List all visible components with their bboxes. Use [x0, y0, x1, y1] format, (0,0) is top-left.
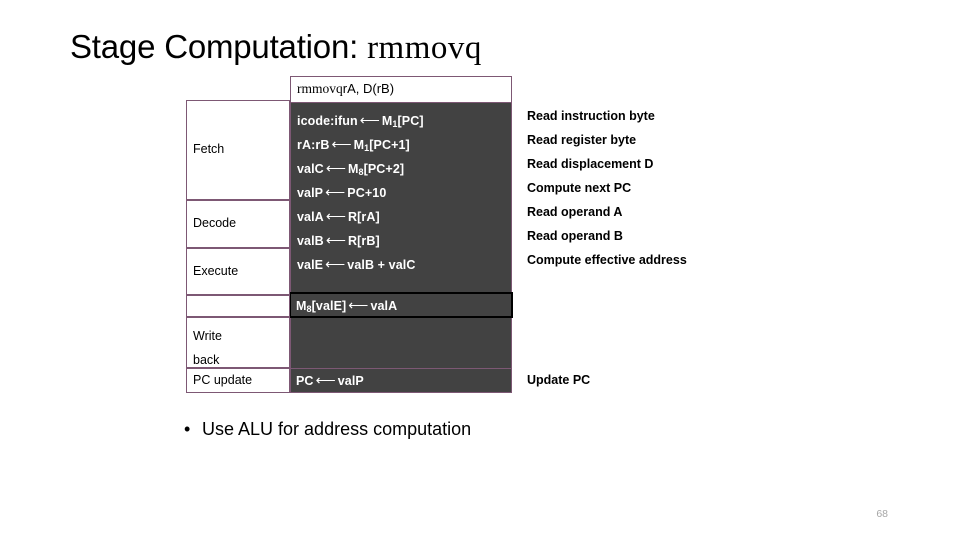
op-lhs-pre: M	[296, 298, 307, 313]
assign-arrow-icon: ⟵	[331, 136, 352, 152]
assign-arrow-icon: ⟵	[325, 256, 346, 272]
op-rhs-sub: 8	[358, 167, 364, 177]
assign-arrow-icon: ⟵	[359, 112, 380, 128]
op-lhs: valA	[297, 210, 324, 224]
annotation-read-instruction-byte: Read instruction byte	[527, 109, 655, 123]
assign-arrow-icon: ⟵	[315, 372, 336, 388]
stage-label-memory	[186, 295, 290, 317]
op-fetch-1: icode:ifun ⟵ M1[PC]	[297, 112, 424, 129]
op-fetch-4: valP ⟵ PC+10	[297, 184, 386, 201]
bullet-text: Use ALU for address computation	[202, 419, 472, 439]
op-fetch-2: rA:rB ⟵ M1[PC+1]	[297, 136, 410, 153]
header-operands: rA, D(rB)	[342, 81, 395, 97]
annotation-read-register-byte: Read register byte	[527, 133, 637, 147]
op-pcupdate-1: PC ⟵ valP	[296, 372, 364, 389]
op-execute-1: valE ⟵ valB + valC	[297, 256, 415, 273]
page-title: Stage Computation: rmmovq	[70, 28, 482, 67]
operations-panel: icode:ifun ⟵ M1[PC] rA:rB ⟵ M1[PC+1] valC ⟵ M8…	[290, 103, 512, 368]
op-lhs: valP	[297, 186, 324, 200]
annotation-read-operand-a: Read operand A	[527, 205, 623, 219]
op-lhs-post: [valE]	[311, 298, 347, 313]
op-lhs: PC	[296, 374, 314, 388]
op-decode-2: valB ⟵ R[rB]	[297, 232, 380, 249]
op-rhs-sub: 1	[392, 119, 398, 129]
annotation-read-displacement: Read displacement D	[527, 157, 654, 171]
assign-arrow-icon: ⟵	[325, 208, 346, 224]
op-rhs-pre: M	[347, 162, 359, 176]
memory-operation-cell-highlighted: M8[valE] ⟵ valA	[289, 292, 513, 318]
stage-label-fetch: Fetch	[186, 100, 290, 200]
op-decode-1: valA ⟵ R[rA]	[297, 208, 380, 225]
op-rhs-pre: R[rA]	[347, 210, 380, 224]
stage-computation-table: rmmovq rA, D(rB) icode:ifun ⟵ M1[PC] rA:rB…	[186, 76, 513, 393]
table-header-cell: rmmovq rA, D(rB)	[290, 76, 512, 103]
assign-arrow-icon: ⟵	[348, 296, 369, 313]
header-instruction-name: rmmovq	[297, 81, 343, 97]
op-rhs-post: [PC+1]	[369, 138, 410, 152]
op-lhs: valC	[297, 162, 324, 176]
op-rhs-pre: valB + valC	[347, 258, 416, 272]
stage-label-writeback: Write back	[186, 317, 290, 368]
op-fetch-3: valC ⟵ M8[PC+2]	[297, 160, 404, 177]
op-rhs-post: [PC]	[397, 114, 424, 128]
page-title-prefix: Stage Computation:	[70, 28, 368, 65]
annotation-read-operand-b: Read operand B	[527, 229, 623, 243]
pcupdate-operation-cell: PC ⟵ valP	[290, 368, 512, 393]
op-lhs-sub: 8	[306, 303, 312, 314]
assign-arrow-icon: ⟵	[325, 160, 346, 176]
op-rhs-pre: R[rB]	[347, 234, 380, 248]
op-rhs-pre: PC+10	[347, 186, 387, 200]
annotation-compute-next-pc: Compute next PC	[527, 181, 632, 195]
op-rhs-sub: 1	[364, 143, 370, 153]
stage-label-decode: Decode	[186, 200, 290, 248]
op-lhs: rA:rB	[297, 138, 330, 152]
annotation-update-pc: Update PC	[527, 373, 591, 387]
op-rhs-pre: M	[381, 114, 393, 128]
assign-arrow-icon: ⟵	[325, 232, 346, 248]
annotation-compute-effective-address: Compute effective address	[527, 253, 687, 267]
op-lhs: valE	[297, 258, 324, 272]
stage-label-execute: Execute	[186, 248, 290, 295]
op-lhs: valB	[297, 234, 324, 248]
op-memory-1: M8[valE] ⟵ valA	[296, 297, 397, 314]
bullet-marker-icon: •	[184, 419, 191, 439]
op-rhs-post: [PC+2]	[363, 162, 405, 176]
stage-label-pcupdate: PC update	[186, 368, 290, 393]
op-rhs: valA	[370, 298, 398, 313]
bullet-point: • Use ALU for address computation	[184, 419, 471, 440]
op-lhs: icode:ifun	[297, 114, 358, 128]
stage-label-writeback-line1: Write	[193, 329, 222, 343]
assign-arrow-icon: ⟵	[325, 184, 346, 200]
page-title-instruction: rmmovq	[367, 30, 482, 66]
op-rhs: valP	[337, 374, 364, 388]
op-rhs-pre: M	[353, 138, 365, 152]
page-number: 68	[876, 508, 888, 520]
